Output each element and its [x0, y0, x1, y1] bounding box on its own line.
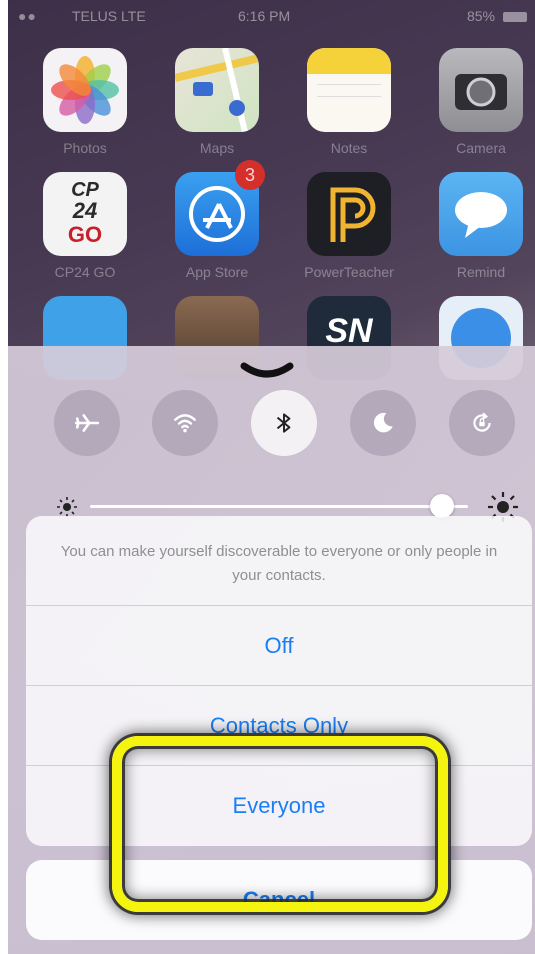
moon-icon	[373, 412, 393, 433]
powerteacher-icon	[307, 172, 391, 256]
chevron-down-icon[interactable]	[240, 362, 294, 380]
brightness-low-icon	[57, 497, 77, 517]
signal-dots-icon: ●●	[18, 8, 37, 24]
notes-icon	[307, 48, 391, 132]
wifi-icon	[174, 414, 196, 433]
do-not-disturb-toggle[interactable]	[350, 390, 416, 456]
clock: 6:16 PM	[238, 8, 291, 24]
battery-percent: 85%	[466, 8, 495, 24]
notification-badge: 3	[235, 160, 265, 190]
airplane-mode-toggle[interactable]	[54, 390, 120, 456]
option-off[interactable]: Off	[26, 606, 532, 686]
app-powerteacher[interactable]: PowerTeacher	[304, 172, 394, 280]
app-label: PowerTeacher	[304, 264, 394, 280]
app-label: CP24 GO	[54, 264, 116, 280]
app-cp24-go[interactable]: CP 24 GO CP24 GO	[40, 172, 130, 280]
option-contacts-only[interactable]: Contacts Only	[26, 686, 532, 766]
brightness-slider-track[interactable]	[90, 505, 468, 508]
cp24-tile-text-top: CP	[71, 179, 99, 201]
brightness-slider-thumb[interactable]	[429, 494, 454, 518]
bluetooth-toggle[interactable]	[251, 390, 317, 456]
photos-icon	[43, 48, 127, 132]
maps-icon	[175, 48, 259, 132]
app-camera[interactable]: Camera	[436, 48, 526, 156]
remind-icon	[439, 172, 523, 256]
app-photos[interactable]: Photos	[40, 48, 130, 156]
app-store-icon: 3	[175, 160, 265, 256]
rotation-lock-icon	[473, 412, 491, 432]
app-label: Photos	[63, 140, 107, 156]
battery-icon	[503, 12, 527, 22]
cp24-tile-text-bottom: GO	[67, 222, 103, 247]
app-maps[interactable]: Maps	[172, 48, 262, 156]
app-notes[interactable]: Notes	[304, 48, 394, 156]
wifi-toggle[interactable]	[152, 390, 218, 456]
camera-icon	[439, 48, 523, 132]
rotation-lock-toggle[interactable]	[449, 390, 515, 456]
carrier-label: TELUS LTE	[72, 8, 146, 24]
app-remind[interactable]: Remind	[436, 172, 526, 280]
cp24-tile-text-mid: 24	[72, 198, 98, 223]
sportsnet-tile-text: SN	[325, 312, 373, 350]
action-sheet-message: You can make yourself discoverable to ev…	[26, 516, 532, 606]
cp24-icon: CP 24 GO	[43, 172, 127, 256]
app-label: Notes	[330, 140, 368, 156]
phone-screen: ●● TELUS LTE 6:16 PM 85% Photos Maps Not…	[8, 0, 535, 954]
airdrop-action-sheet: You can make yourself discoverable to ev…	[26, 516, 532, 846]
app-label: App Store	[185, 264, 249, 280]
app-label: Maps	[199, 140, 235, 156]
airplane-icon	[74, 414, 100, 432]
app-app-store[interactable]: 3 App Store	[172, 160, 265, 280]
app-label: Camera	[456, 140, 506, 156]
app-label: Remind	[456, 264, 506, 280]
status-bar: ●● TELUS LTE 6:16 PM 85%	[8, 0, 535, 30]
cancel-button[interactable]: Cancel	[26, 860, 532, 940]
option-everyone[interactable]: Everyone	[26, 766, 532, 846]
bluetooth-icon	[276, 413, 291, 433]
